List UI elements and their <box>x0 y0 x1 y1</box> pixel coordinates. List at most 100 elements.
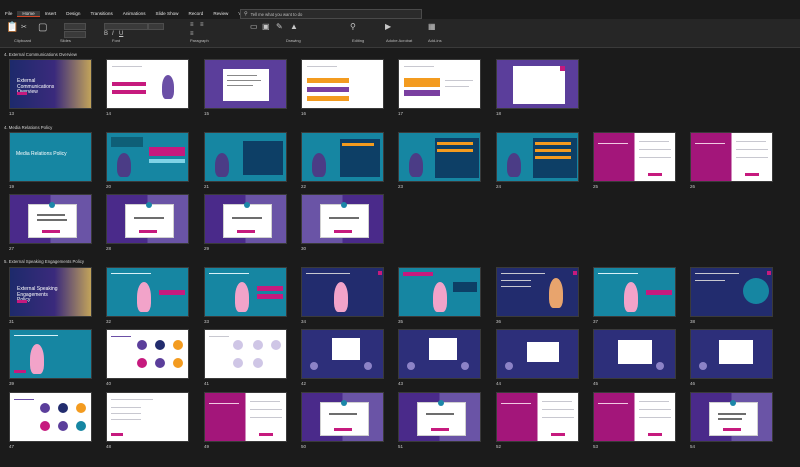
slide-thumb-53[interactable] <box>593 392 676 442</box>
group-paragraph: Paragraph <box>190 38 209 43</box>
dialog-card <box>125 202 174 238</box>
slide-number-18: 18 <box>496 111 502 116</box>
font-family-dropdown[interactable] <box>104 23 148 30</box>
slide-number-45: 45 <box>593 381 599 386</box>
slide-thumb-13[interactable]: External Communications Overview <box>9 59 92 109</box>
bold-icon[interactable]: B <box>104 31 108 37</box>
font-size-dropdown[interactable] <box>148 23 164 30</box>
tab-transitions[interactable]: Transitions <box>85 11 117 16</box>
search-box[interactable]: ⚲ Tell me what you want to do <box>240 9 422 19</box>
tab-home[interactable]: Home <box>17 10 40 17</box>
section-header-media-relations[interactable]: 4. Media Relations Policy <box>4 125 52 130</box>
new-slide-icon[interactable]: ▢ <box>38 22 47 33</box>
slide-thumb-27[interactable] <box>9 194 92 244</box>
slide-thumb-47[interactable] <box>9 392 92 442</box>
tab-slide-show[interactable]: Slide Show <box>151 11 184 16</box>
slide-thumb-36[interactable] <box>496 267 579 317</box>
section-header-speaking-engagements[interactable]: 5. External Speaking Engagements Policy <box>4 259 84 264</box>
slide-thumb-52[interactable] <box>496 392 579 442</box>
slide-thumb-32[interactable] <box>106 267 189 317</box>
slide-thumb-38[interactable] <box>690 267 773 317</box>
slide-number-40: 40 <box>106 381 112 386</box>
dialog-card <box>28 202 77 238</box>
slide-thumb-34[interactable] <box>301 267 384 317</box>
slide-number-43: 43 <box>398 381 404 386</box>
slide-thumb-35[interactable] <box>398 267 481 317</box>
slide-thumb-25[interactable] <box>593 132 676 182</box>
slide-number-24: 24 <box>496 184 502 189</box>
slide-thumb-51[interactable] <box>398 392 481 442</box>
slide-thumb-19[interactable]: Media Relations Policy <box>9 132 92 182</box>
slide-thumb-15[interactable] <box>204 59 287 109</box>
slide-number-34: 34 <box>301 319 307 324</box>
ribbon-group-labels: Clipboard Slides Font Paragraph Drawing … <box>0 38 800 45</box>
numbering-icon[interactable]: ≡ <box>200 22 204 28</box>
italic-icon[interactable]: I <box>112 31 114 37</box>
layout-dropdown[interactable] <box>64 23 86 30</box>
dialog-card <box>320 400 369 436</box>
slide-number-48: 48 <box>106 444 112 449</box>
slide-thumb-16[interactable] <box>301 59 384 109</box>
slide-thumb-23[interactable] <box>398 132 481 182</box>
slide-number-53: 53 <box>593 444 599 449</box>
slide-thumb-42[interactable] <box>301 329 384 379</box>
slide-thumb-33[interactable] <box>204 267 287 317</box>
slide-thumb-17[interactable] <box>398 59 481 109</box>
slide-pill <box>17 300 27 303</box>
tab-insert[interactable]: Insert <box>40 11 62 16</box>
slide-thumb-31[interactable]: External Speaking Engagements Policy <box>9 267 92 317</box>
slide-thumb-18[interactable] <box>496 59 579 109</box>
slide-thumb-37[interactable] <box>593 267 676 317</box>
slide-thumb-45[interactable] <box>593 329 676 379</box>
slide-thumb-54[interactable] <box>690 392 773 442</box>
slide-thumb-48[interactable] <box>106 392 189 442</box>
slide-thumb-21[interactable] <box>204 132 287 182</box>
tab-file[interactable]: File <box>0 11 17 16</box>
section-dropdown[interactable] <box>64 31 86 38</box>
slide-number-21: 21 <box>204 184 210 189</box>
cut-icon[interactable]: ✂ <box>21 23 27 31</box>
slide-number-38: 38 <box>690 319 696 324</box>
slide-thumb-28[interactable] <box>106 194 189 244</box>
slide-thumb-22[interactable] <box>301 132 384 182</box>
slide-thumb-24[interactable] <box>496 132 579 182</box>
quick-styles-icon[interactable]: ✎ <box>276 22 283 31</box>
slide-thumb-29[interactable] <box>204 194 287 244</box>
tab-animations[interactable]: Animations <box>118 11 151 16</box>
dialog-card <box>417 400 466 436</box>
group-add-ins: Add-ins <box>428 38 442 43</box>
slide-number-22: 22 <box>301 184 307 189</box>
dialog-card <box>320 202 369 238</box>
slide-thumb-39[interactable] <box>9 329 92 379</box>
tab-review[interactable]: Review <box>208 11 233 16</box>
slide-thumb-14[interactable] <box>106 59 189 109</box>
shapes-icon[interactable]: ▭ <box>250 22 258 31</box>
slide-number-52: 52 <box>496 444 502 449</box>
slide-thumb-41[interactable] <box>204 329 287 379</box>
shape-fill-icon[interactable]: ▲ <box>290 22 298 31</box>
section-header-external-comms[interactable]: 4. External Communications Overview <box>4 52 77 57</box>
align-icon[interactable]: ≡ <box>190 31 194 37</box>
slide-thumb-49[interactable] <box>204 392 287 442</box>
slide-number-17: 17 <box>398 111 404 116</box>
slide-thumb-20[interactable] <box>106 132 189 182</box>
slide-thumb-30[interactable] <box>301 194 384 244</box>
slide-thumb-46[interactable] <box>690 329 773 379</box>
paste-icon[interactable]: 📋 <box>6 22 18 33</box>
slide-number-28: 28 <box>106 246 112 251</box>
add-ins-icon[interactable]: ▦ <box>428 22 436 31</box>
slide-thumb-40[interactable] <box>106 329 189 379</box>
acrobat-icon[interactable]: ▶ <box>385 22 391 31</box>
bullets-icon[interactable]: ≡ <box>190 22 194 28</box>
slide-thumb-26[interactable] <box>690 132 773 182</box>
arrange-icon[interactable]: ▣ <box>262 22 270 31</box>
underline-icon[interactable]: U <box>119 31 123 37</box>
slide-thumb-43[interactable] <box>398 329 481 379</box>
tab-design[interactable]: Design <box>61 11 85 16</box>
slide-thumb-44[interactable] <box>496 329 579 379</box>
slide-number-31: 31 <box>9 319 15 324</box>
slide-thumb-50[interactable] <box>301 392 384 442</box>
search-placeholder: Tell me what you want to do <box>250 11 303 17</box>
find-icon[interactable]: ⚲ <box>350 22 356 31</box>
tab-record[interactable]: Record <box>184 11 209 16</box>
